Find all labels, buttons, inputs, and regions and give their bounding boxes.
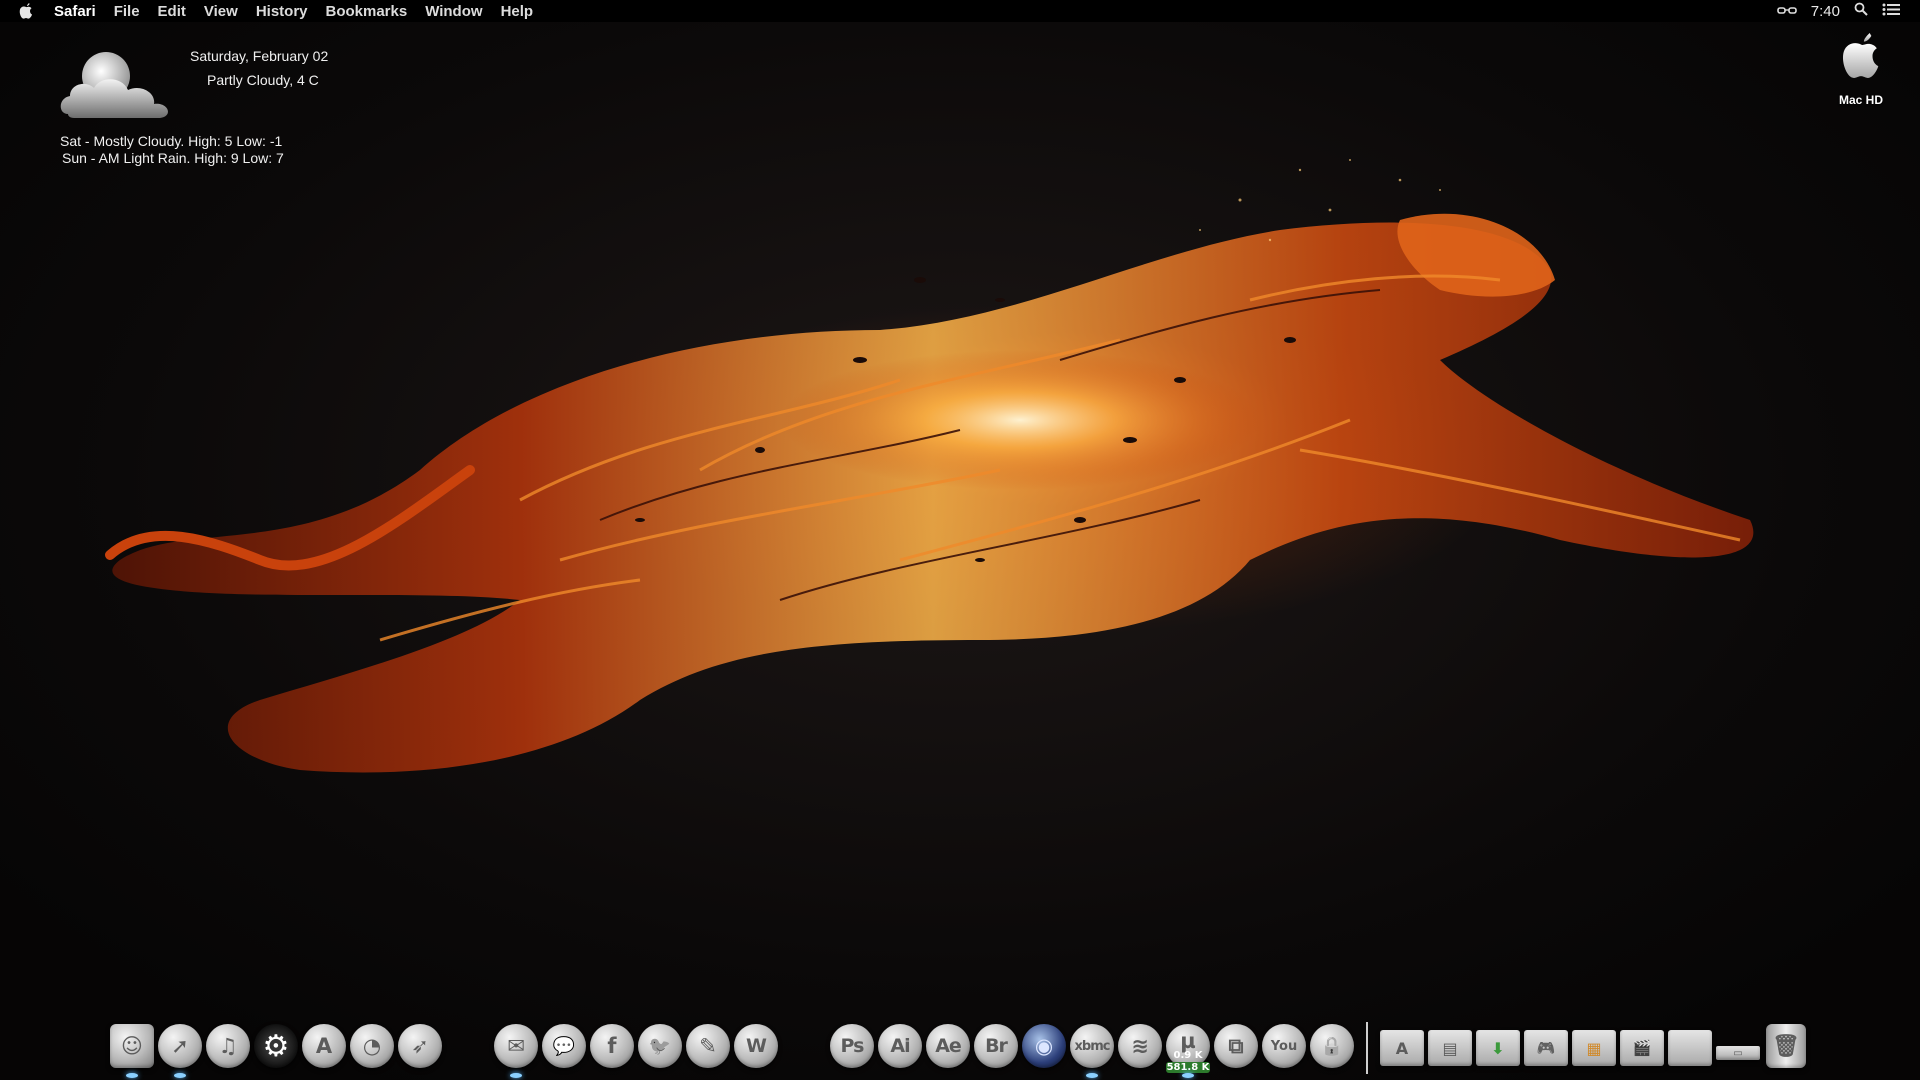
menu-bookmarks[interactable]: Bookmarks (326, 3, 408, 20)
wifi-icon[interactable]: ≋ (1118, 1024, 1162, 1068)
notes-glyph: ✎ (699, 1034, 717, 1058)
torrent-icon[interactable]: µ 0.9 K 581.8 K (1166, 1024, 1210, 1078)
xbmc-icon[interactable]: xbmc (1070, 1024, 1114, 1078)
bridge-icon[interactable]: Br (974, 1024, 1018, 1068)
weather-date: Saturday, February 02 (190, 48, 329, 64)
applications-folder-glyph: A (1395, 1038, 1409, 1058)
safari-glyph: ➚ (171, 1034, 189, 1058)
after-effects-glyph: Ae (935, 1035, 962, 1057)
facebook-glyph: f (607, 1034, 617, 1058)
network-down-rate: 581.8 K (1166, 1062, 1210, 1073)
search-icon[interactable] (1854, 2, 1868, 20)
menu-window[interactable]: Window (425, 3, 482, 20)
menu-history[interactable]: History (256, 3, 308, 20)
menu-help[interactable]: Help (501, 3, 534, 20)
word-glyph: W (746, 1035, 767, 1057)
apple-menu-icon[interactable] (18, 2, 40, 20)
clapper-folder-icon[interactable]: 🎬 (1620, 1030, 1664, 1066)
applications-folder-icon[interactable]: A (1380, 1030, 1424, 1066)
xbmc-glyph: xbmc (1074, 1038, 1111, 1054)
gauge-icon[interactable]: ◔ (350, 1024, 394, 1068)
menu-extras: 7:40 (1776, 2, 1900, 20)
photoshop-glyph: Ps (840, 1035, 865, 1057)
running-indicator (174, 1073, 186, 1078)
menu-view[interactable]: View (204, 3, 238, 20)
messages-glyph: 💬 (552, 1035, 576, 1057)
w-icon[interactable]: W (734, 1024, 778, 1068)
twitter-glyph: 🐦 (648, 1035, 672, 1057)
envelope-icon[interactable]: ✉ (494, 1024, 538, 1078)
list-icon[interactable] (1882, 3, 1900, 20)
drive-label: Mac HD (1838, 93, 1883, 107)
network-up-rate: 0.9 K (1173, 1050, 1203, 1061)
keychain-glyph: 🔒 (1320, 1035, 1344, 1057)
cinema4d-glyph: ◉ (1034, 1034, 1054, 1058)
bird-icon[interactable]: 🐦 (638, 1024, 682, 1068)
menu-edit[interactable]: Edit (158, 3, 186, 20)
running-indicator (510, 1073, 522, 1078)
dock: ☺ ➚ ♫ ⚙ A ◔ ➶ ✉ 💬 f 🐦 ✎ W Ps Ai Ae Br ◉ … (0, 1016, 1920, 1080)
drive-icon[interactable]: ▭ (1716, 1046, 1760, 1060)
menu-bar: Safari File Edit View History Bookmarks … (0, 0, 1920, 22)
finder-glyph: ☺ (121, 1034, 143, 1058)
mail-glyph: ✉ (507, 1034, 525, 1058)
itunes-glyph: ♫ (218, 1034, 238, 1058)
speech-bubble-icon[interactable]: 💬 (542, 1024, 586, 1068)
running-indicator (1182, 1073, 1194, 1078)
running-indicator (1086, 1073, 1098, 1078)
app-store-glyph: A (315, 1034, 333, 1058)
padlock-icon[interactable]: 🔒 (1310, 1024, 1354, 1068)
system-preferences-glyph: ⚙ (262, 1028, 290, 1064)
weather-current-conditions: Partly Cloudy, 4 C (207, 72, 319, 88)
sphere-icon[interactable]: ◉ (1022, 1024, 1066, 1068)
apple-folder-icon[interactable] (1668, 1030, 1712, 1066)
parallels-glyph: ⧉ (1228, 1033, 1244, 1058)
dashboard-glyph: ◔ (362, 1034, 382, 1058)
movies-folder-glyph: 🎬 (1632, 1039, 1652, 1057)
games-folder-glyph: 🎮 (1536, 1039, 1556, 1057)
apple-drive-icon (1838, 33, 1884, 86)
documents-folder-icon[interactable]: ▤ (1428, 1030, 1472, 1066)
pictures-folder-glyph: ▦ (1586, 1038, 1602, 1058)
pencil-note-icon[interactable]: ✎ (686, 1024, 730, 1068)
illustrator-glyph: Ai (890, 1035, 910, 1057)
downloads-folder-icon[interactable]: ⬇ (1476, 1030, 1520, 1066)
trash-glyph: 🗑 (1772, 1033, 1800, 1059)
bridge-glyph: Br (985, 1035, 1008, 1057)
running-indicator (126, 1073, 138, 1078)
weather-forecast-day-2: Sun - AM Light Rain. High: 9 Low: 7 (62, 150, 284, 166)
compass-icon[interactable]: ➚ (158, 1024, 202, 1078)
gamepad-folder-icon[interactable]: 🎮 (1524, 1030, 1568, 1066)
drive-stack-glyph: ▭ (1733, 1047, 1743, 1059)
menu-file[interactable]: File (114, 3, 140, 20)
launchpad-glyph: ➶ (411, 1034, 429, 1058)
menu-app-name[interactable]: Safari (54, 3, 96, 20)
weather-forecast-day-1: Sat - Mostly Cloudy. High: 5 Low: -1 (60, 133, 283, 149)
dock-divider (1366, 1022, 1368, 1074)
illustrator-icon[interactable]: Ai (878, 1024, 922, 1068)
pictures-folder-icon[interactable]: ▦ (1572, 1030, 1616, 1066)
facebook-icon[interactable]: f (590, 1024, 634, 1068)
menu-clock[interactable]: 7:40 (1811, 3, 1840, 20)
windows-overlap-icon[interactable]: ⧉ (1214, 1024, 1258, 1068)
documents-folder-glyph: ▤ (1442, 1038, 1458, 1058)
glasses-icon[interactable] (1776, 3, 1797, 20)
partly-cloudy-icon (56, 48, 190, 128)
trash-icon[interactable]: 🗑 (1766, 1024, 1806, 1068)
youtube-glyph: You (1270, 1038, 1298, 1054)
rocket-icon[interactable]: ➶ (398, 1024, 442, 1068)
weather-widget: Saturday, February 02 Partly Cloudy, 4 C… (56, 44, 356, 174)
music-note-icon[interactable]: ♫ (206, 1024, 250, 1068)
finder-icon[interactable]: ☺ (110, 1024, 154, 1078)
gear-icon[interactable]: ⚙ (254, 1024, 298, 1068)
network-monitor-glyph: ≋ (1131, 1034, 1149, 1058)
downloads-folder-glyph: ⬇ (1491, 1038, 1505, 1058)
after-effects-icon[interactable]: Ae (926, 1024, 970, 1068)
app-store-icon[interactable]: A (302, 1024, 346, 1068)
photoshop-icon[interactable]: Ps (830, 1024, 874, 1068)
youtube-icon[interactable]: You (1262, 1024, 1306, 1068)
desktop-drive-mac-hd[interactable]: Mac HD (1826, 30, 1896, 110)
